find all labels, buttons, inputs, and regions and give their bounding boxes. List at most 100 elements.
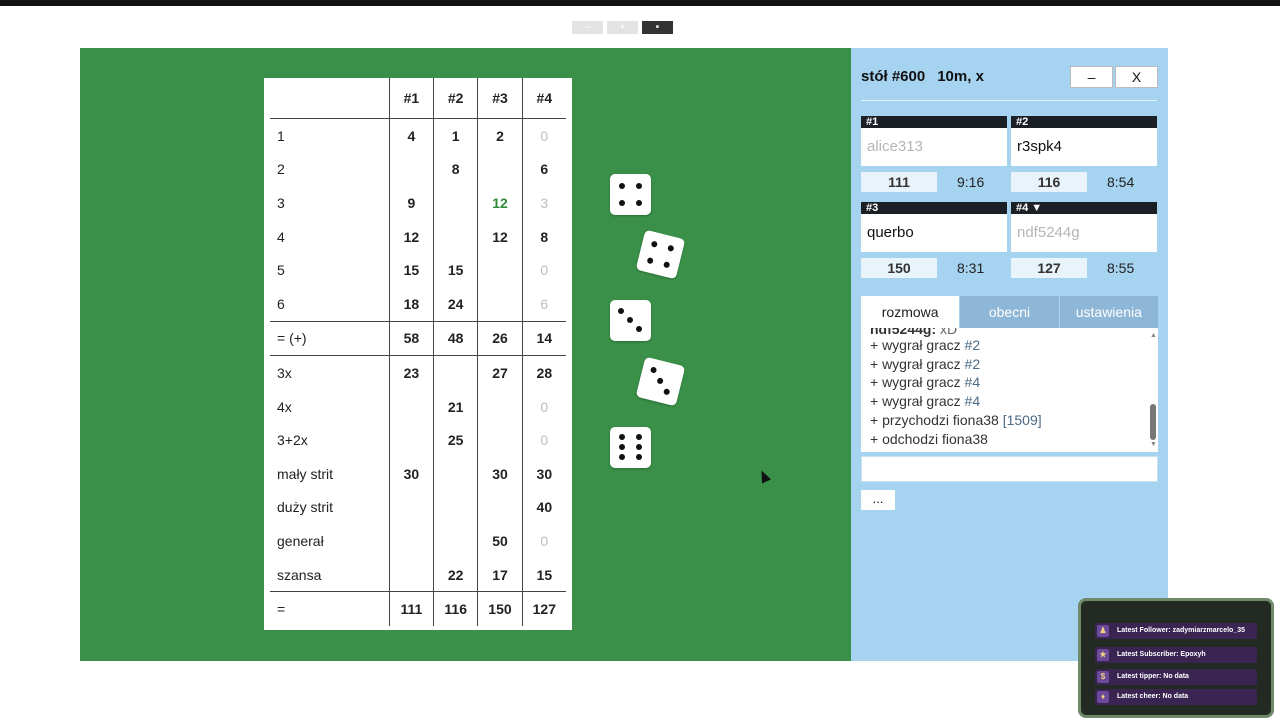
score-cell[interactable]: 48 [433,320,478,356]
score-cell[interactable]: 12 [477,219,523,254]
zoom-reset-button[interactable]: ▪ [642,21,673,34]
score-cell[interactable]: 14 [521,320,566,356]
score-cell[interactable]: 150 [477,591,523,626]
score-cell[interactable]: 15 [521,557,566,592]
score-cell[interactable] [433,524,478,558]
score-cell[interactable]: 58 [388,320,434,356]
more-button[interactable]: ... [861,490,895,510]
score-cell[interactable]: 9 [388,186,434,220]
overlay-row: ★ Latest Subscriber: Epoxyh [1095,647,1257,663]
score-cell[interactable] [477,490,523,525]
score-cell[interactable]: 6 [521,286,566,322]
side-panel: stół #600 10m, x – X #1 alice313 111 9:16 #2 r… [851,48,1168,661]
player-timer: 8:55 [1107,260,1135,276]
score-cell[interactable]: 3 [521,186,566,220]
score-cell[interactable]: 22 [433,557,478,592]
score-cell[interactable] [433,490,478,525]
tab-rozmowa[interactable]: rozmowa [861,296,960,328]
score-cell[interactable]: 8 [433,152,478,187]
score-cell[interactable]: 30 [521,456,566,491]
score-cell[interactable]: 30 [388,456,434,491]
chat-message: + odchodzi fiona38 [870,430,988,447]
score-cell[interactable] [477,423,523,457]
score-cell[interactable] [388,490,434,525]
score-cell[interactable]: 0 [521,423,566,457]
score-cell[interactable] [388,557,434,592]
chat-scrollbar[interactable]: ▲ ▼ [1150,332,1157,448]
score-cell[interactable] [388,389,434,424]
score-cell[interactable] [388,423,434,457]
score-cell[interactable]: 2 [477,118,523,153]
tab-obecni[interactable]: obecni [959,296,1059,328]
score-cell[interactable]: 28 [521,355,566,390]
tab-ustawienia[interactable]: ustawienia [1058,296,1158,328]
player-column-header: #1 [388,78,434,119]
score-cell[interactable]: 27 [477,355,523,390]
die-pip [619,454,625,460]
player-card[interactable]: #4 ▼ ndf5244g [1011,202,1157,252]
zoom-in-button[interactable]: + [607,21,638,34]
score-cell[interactable] [433,456,478,491]
die-5[interactable] [610,427,651,468]
score-cell[interactable]: 0 [521,524,566,558]
chat-log[interactable]: ndf5244g: xD + wygrał gracz #2 + wygrał g… [861,328,1158,452]
die-3[interactable] [610,300,651,341]
score-cell[interactable]: 50 [477,524,523,558]
chat-input[interactable] [861,456,1158,482]
score-cell[interactable]: 0 [521,389,566,424]
score-cell[interactable]: 18 [388,286,434,322]
score-cell[interactable]: 0 [521,253,566,287]
score-cell[interactable]: 127 [521,591,566,626]
score-cell[interactable]: 25 [433,423,478,457]
score-cell[interactable]: 1 [433,118,478,153]
score-cell[interactable]: 6 [521,152,566,187]
score-cell[interactable]: 30 [477,456,523,491]
player-card[interactable]: #3 querbo [861,202,1007,252]
category-label: 3+2x [277,432,308,449]
scroll-thumb[interactable] [1150,404,1156,440]
player-card[interactable]: #2 r3spk4 [1011,116,1157,166]
score-cell[interactable]: 21 [433,389,478,424]
score-cell[interactable] [433,186,478,220]
score-cell[interactable]: 17 [477,557,523,592]
score-cell[interactable] [477,389,523,424]
score-cell[interactable] [433,355,478,390]
player-name[interactable]: alice313 [861,128,1007,166]
chat-message: + wygrał gracz #2 [870,337,981,353]
die-1[interactable] [610,174,651,215]
score-cell[interactable]: 12 [388,219,434,254]
score-cell[interactable]: 4 [388,118,434,153]
player-score: 116 [1011,172,1087,192]
score-cell[interactable] [477,253,523,287]
player-slot: #3 [861,202,1007,214]
score-cell[interactable]: 40 [521,490,566,525]
die-pip [663,388,671,396]
overlay-text: Latest Subscriber: Epoxyh [1117,651,1206,658]
score-cell[interactable]: 0 [521,118,566,153]
score-cell[interactable]: 24 [433,286,478,322]
player-name[interactable]: querbo [861,214,1007,252]
score-cell[interactable] [388,152,434,187]
score-cell[interactable]: 111 [388,591,434,626]
score-cell[interactable]: 15 [388,253,434,287]
category-label: mały strit [277,465,333,482]
score-cell[interactable]: 12 [477,186,523,220]
score-cell[interactable]: 15 [433,253,478,287]
close-button[interactable]: X [1115,66,1158,88]
score-cell[interactable] [388,524,434,558]
score-cell[interactable]: 116 [433,591,478,626]
zoom-out-button[interactable]: – [572,21,603,34]
player-name[interactable]: ndf5244g [1011,214,1157,252]
player-name[interactable]: r3spk4 [1011,128,1157,166]
score-cell[interactable]: 26 [477,320,523,356]
score-cell[interactable] [477,152,523,187]
scroll-up-icon[interactable]: ▲ [1150,332,1157,339]
minimize-button[interactable]: – [1070,66,1113,88]
score-cell[interactable] [433,219,478,254]
score-cell[interactable]: 23 [388,355,434,390]
score-cell[interactable]: 8 [521,219,566,254]
score-row: 14120 [270,118,566,153]
score-cell[interactable] [477,286,523,322]
player-card[interactable]: #1 alice313 [861,116,1007,166]
scroll-down-icon[interactable]: ▼ [1150,441,1157,448]
